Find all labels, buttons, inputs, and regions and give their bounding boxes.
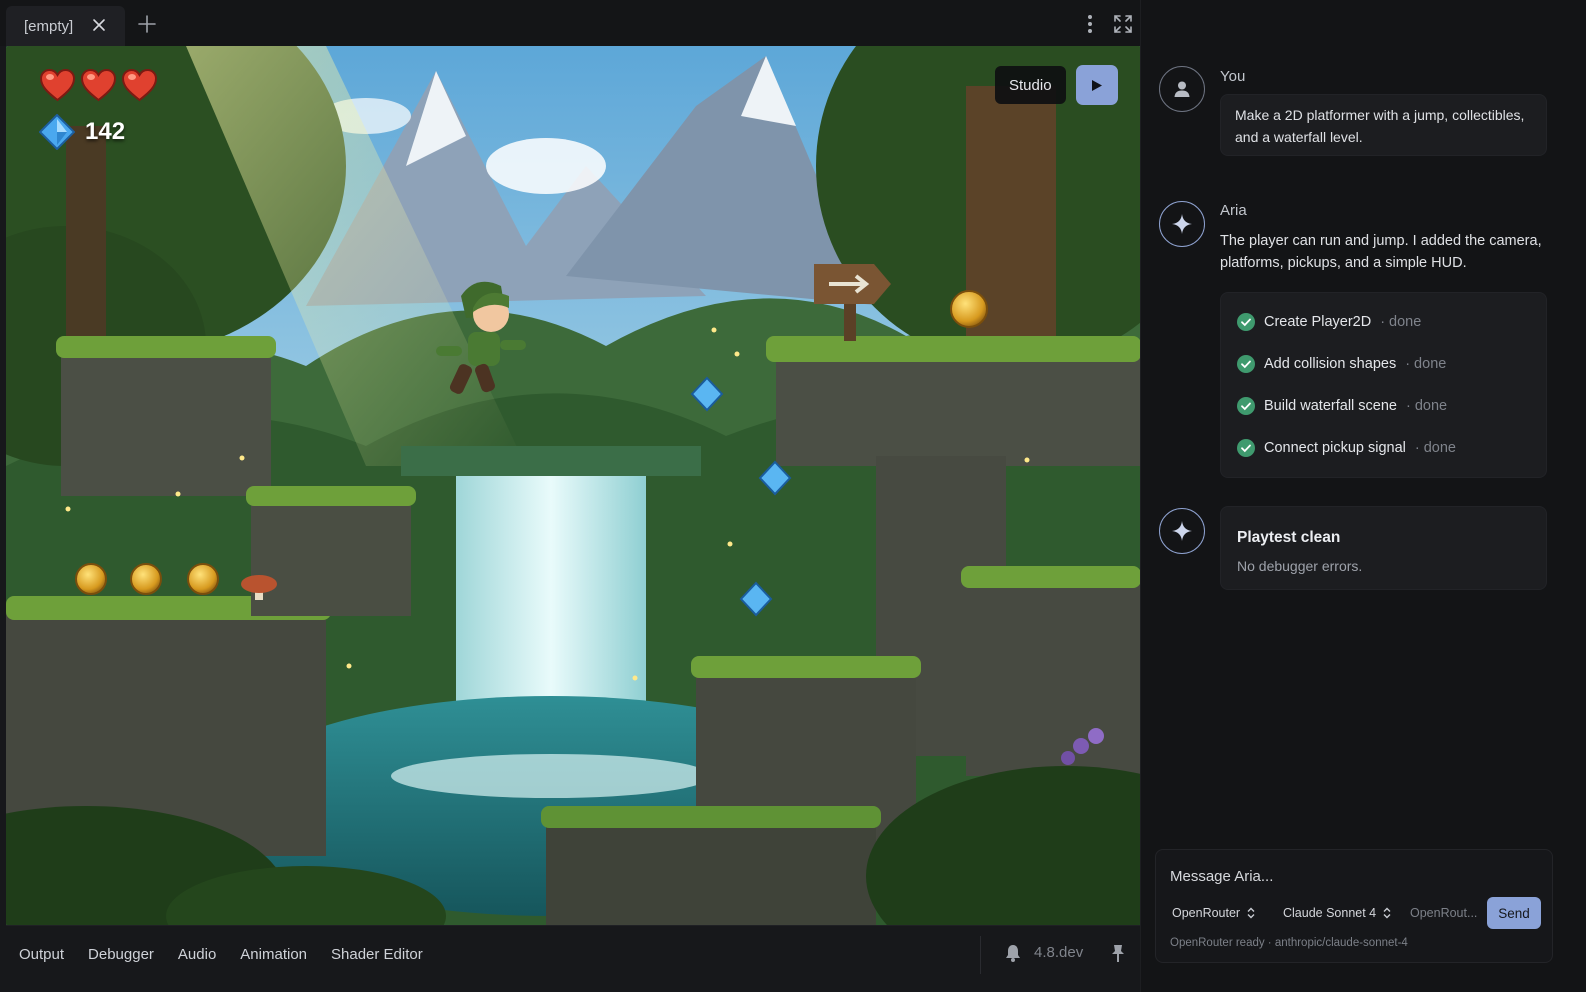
gem-icon — [39, 114, 75, 150]
studio-button[interactable]: Studio — [995, 66, 1066, 104]
tab-shader-editor[interactable]: Shader Editor — [331, 946, 423, 963]
tab-empty-scene[interactable]: [empty] — [6, 6, 125, 46]
editor-area: [empty] 142 Studio Output Debugger Audio… — [0, 0, 1141, 992]
task-item: Build waterfall scene · done — [1237, 395, 1447, 417]
check-circle-icon — [1237, 439, 1255, 457]
assistant-avatar — [1159, 508, 1205, 554]
user-message: Make a 2D platformer with a jump, collec… — [1220, 94, 1547, 156]
assistant-avatar — [1159, 201, 1205, 247]
task-item: Connect pickup signal · done — [1237, 437, 1456, 459]
tab-debugger[interactable]: Debugger — [88, 946, 154, 963]
tab-label: [empty] — [24, 17, 74, 35]
task-status: · done — [1406, 398, 1448, 414]
health-hearts — [39, 68, 158, 102]
play-button[interactable] — [1076, 65, 1118, 105]
hud: 142 — [39, 68, 158, 150]
model-value: Claude Sonnet 4 — [1283, 906, 1377, 920]
playtest-result-card: Playtest clean No debugger errors. — [1220, 506, 1547, 590]
api-key-field[interactable]: OpenRout... — [1410, 906, 1477, 920]
plus-icon[interactable] — [137, 14, 157, 34]
close-icon[interactable] — [91, 17, 107, 33]
app-root: [empty] 142 Studio Output Debugger Audio… — [0, 0, 1586, 992]
dock-divider — [980, 936, 981, 974]
bell-icon[interactable] — [1003, 943, 1023, 963]
task-label: Add collision shapes — [1264, 356, 1397, 372]
heart-icon — [80, 68, 117, 102]
user-avatar — [1159, 66, 1205, 112]
heart-icon — [121, 68, 158, 102]
task-label: Create Player2D — [1264, 314, 1372, 330]
play-icon — [1092, 79, 1102, 91]
more-vertical-icon[interactable] — [1083, 14, 1097, 34]
task-status: · done — [1405, 356, 1447, 372]
task-item: Create Player2D · done — [1237, 311, 1421, 333]
gem-counter: 142 — [39, 114, 125, 150]
heart-icon — [39, 68, 76, 102]
engine-version: 4.8.dev — [1034, 944, 1084, 961]
user-name: You — [1220, 68, 1246, 85]
assistant-message: The player can run and jump. I added the… — [1220, 233, 1542, 271]
result-subtitle: No debugger errors. — [1237, 558, 1363, 574]
provider-value: OpenRouter — [1172, 906, 1241, 920]
task-label: Connect pickup signal — [1264, 440, 1406, 456]
task-item: Add collision shapes · done — [1237, 353, 1446, 375]
assistant-panel: You Make a 2D platformer with a jump, co… — [1140, 0, 1586, 992]
game-viewport[interactable]: 142 Studio — [6, 46, 1141, 925]
tab-animation[interactable]: Animation — [240, 946, 307, 963]
send-button[interactable]: Send — [1487, 897, 1541, 929]
message-input[interactable] — [1170, 864, 1540, 888]
tab-output[interactable]: Output — [19, 946, 64, 963]
bottom-dock: Output Debugger Audio Animation Shader E… — [6, 925, 1141, 982]
task-status: · done — [1414, 440, 1456, 456]
connection-status: OpenRouter ready · anthropic/claude-sonn… — [1170, 937, 1408, 949]
check-circle-icon — [1237, 313, 1255, 331]
gem-count: 142 — [85, 118, 126, 145]
result-title: Playtest clean — [1237, 529, 1341, 546]
user-icon — [1174, 81, 1190, 97]
task-list: Create Player2D · done Add collision sha… — [1220, 292, 1547, 478]
tab-audio[interactable]: Audio — [178, 946, 216, 963]
message-composer: OpenRouter Claude Sonnet 4 OpenRout... S… — [1155, 849, 1553, 963]
check-circle-icon — [1237, 397, 1255, 415]
provider-select[interactable]: OpenRouter — [1172, 900, 1256, 926]
model-select[interactable]: Claude Sonnet 4 — [1283, 900, 1392, 926]
task-status: · done — [1380, 314, 1422, 330]
chevron-updown-icon — [1383, 907, 1391, 919]
task-label: Build waterfall scene — [1264, 398, 1397, 414]
tab-bar: [empty] — [0, 0, 1140, 46]
sparkle-icon — [1172, 521, 1192, 541]
sparkle-icon — [1172, 214, 1192, 234]
game-scene — [6, 46, 1141, 925]
pin-icon[interactable] — [1109, 943, 1127, 963]
fullscreen-icon[interactable] — [1114, 15, 1132, 33]
assistant-name: Aria — [1220, 202, 1247, 219]
chevron-updown-icon — [1247, 907, 1255, 919]
bottom-tabs: Output Debugger Audio Animation Shader E… — [19, 926, 423, 983]
check-circle-icon — [1237, 355, 1255, 373]
